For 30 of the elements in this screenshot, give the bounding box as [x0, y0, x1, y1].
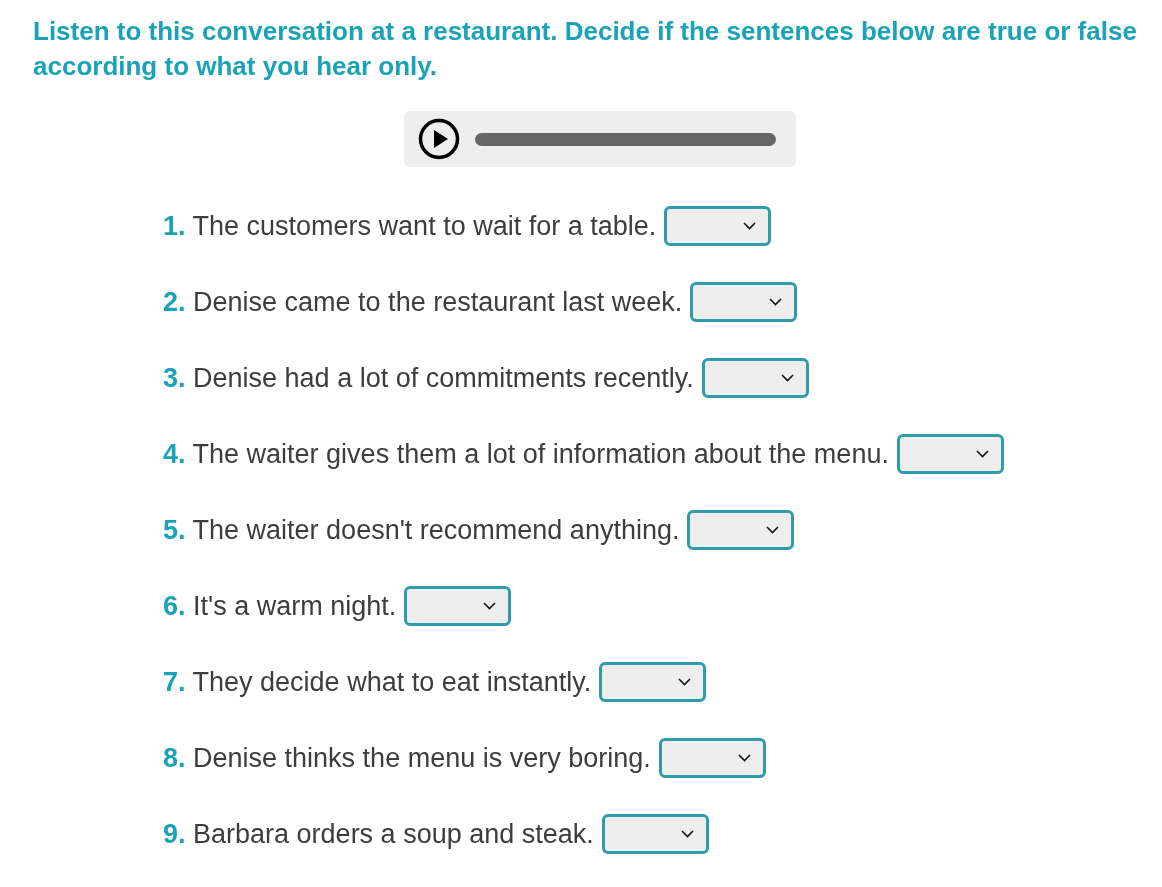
progress-track[interactable]: [475, 132, 776, 146]
chevron-down-icon: [678, 678, 692, 686]
answer-dropdown[interactable]: [701, 358, 809, 398]
answer-dropdown[interactable]: [601, 814, 709, 854]
chevron-down-icon: [780, 374, 794, 382]
answer-dropdown[interactable]: [658, 738, 766, 778]
answer-dropdown[interactable]: [599, 662, 707, 702]
answer-dropdown[interactable]: [687, 510, 795, 550]
answer-dropdown[interactable]: [690, 282, 798, 322]
answer-dropdown[interactable]: [896, 434, 1004, 474]
question-text: 3. Denise had a lot of commitments recently.: [163, 362, 694, 394]
chevron-down-icon: [766, 526, 780, 534]
question-text: 2. Denise came to the restaurant last week.: [163, 286, 683, 318]
question-text: 7. They decide what to eat instantly.: [163, 666, 592, 698]
chevron-down-icon: [743, 222, 757, 230]
question-text: 4. The waiter gives them a lot of information about the menu.: [163, 438, 889, 470]
question-text: 6. It's a warm night.: [163, 590, 397, 622]
chevron-down-icon: [769, 298, 783, 306]
question-text: 8. Denise thinks the menu is very boring.: [163, 742, 651, 774]
chevron-down-icon: [737, 754, 751, 762]
question-text: 9. Barbara orders a soup and steak.: [163, 818, 594, 850]
answer-dropdown[interactable]: [664, 206, 772, 246]
chevron-down-icon: [975, 450, 989, 458]
answer-dropdown[interactable]: [404, 586, 512, 626]
chevron-down-icon: [680, 830, 694, 838]
chevron-down-icon: [483, 602, 497, 610]
question-text: 5. The waiter doesn't recommend anything.: [163, 514, 680, 546]
instructions-heading: Listen to this conversation at a restaurant. Decide if the sentences below are true or false according to what you hear only.: [32, 15, 1138, 83]
question-text: 1. The customers want to wait for a table.: [163, 210, 657, 242]
play-icon[interactable]: [418, 118, 460, 160]
